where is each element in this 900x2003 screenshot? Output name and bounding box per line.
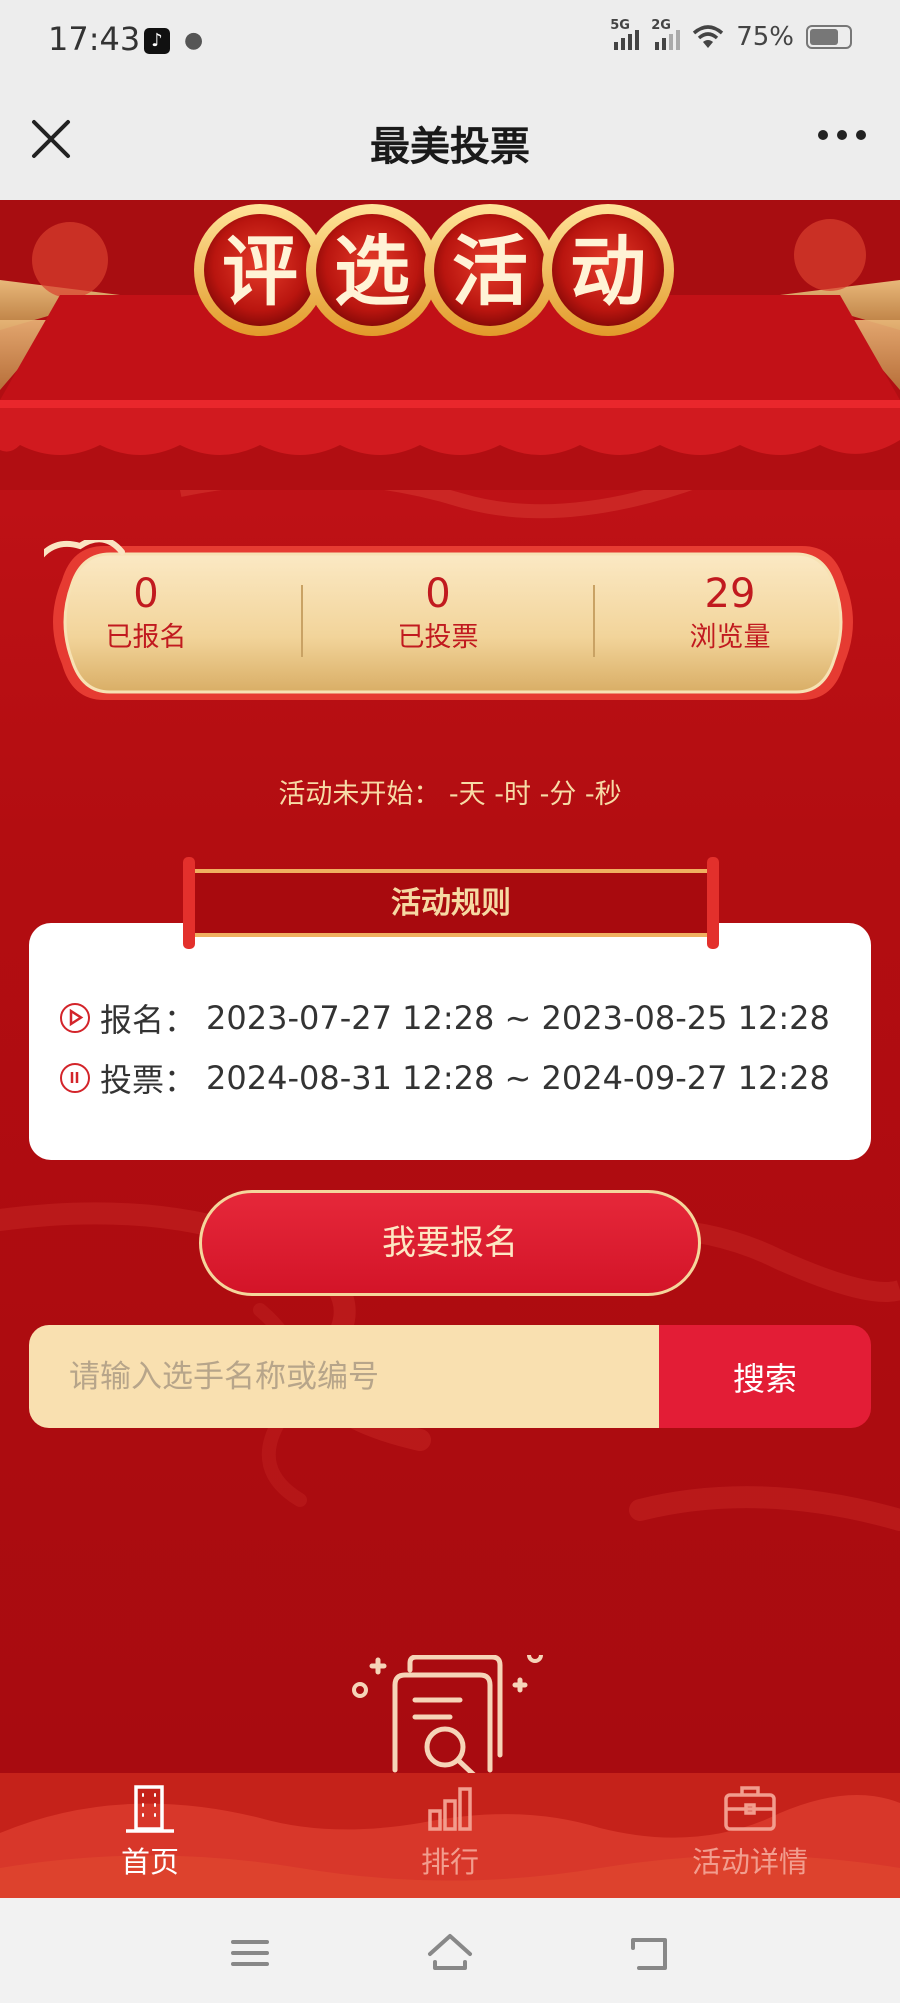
rule-vote-range: 2024-08-31 12:28 ~ 2024-09-27 12:28 [206, 1059, 830, 1097]
signal-2g-label: 2G [651, 18, 671, 33]
signup-button[interactable]: 我要报名 [199, 1190, 701, 1296]
banner-stage: 评 选 活 动 [0, 200, 900, 490]
more-icon[interactable] [818, 130, 866, 140]
stat-divider [593, 585, 595, 657]
system-nav-bar [0, 1898, 900, 2003]
tab-home[interactable]: 首页 [40, 1783, 260, 1881]
svg-text:选: 选 [334, 227, 410, 316]
back-icon[interactable] [625, 1928, 675, 1978]
tab-details[interactable]: 活动详情 [640, 1783, 860, 1881]
briefcase-icon [724, 1786, 776, 1831]
page-title: 最美投票 [370, 124, 530, 170]
search-button[interactable]: 搜索 [659, 1325, 871, 1428]
tab-home-label: 首页 [120, 1845, 179, 1879]
status-app-icons: ♪ ● [144, 28, 210, 54]
rule-vote-label: 投票： [100, 1061, 197, 1099]
bar-chart-icon [428, 1787, 472, 1831]
rule-signup-label: 报名： [100, 1001, 197, 1039]
main-content: 评 选 活 动 0 已报名 0 已投票 29 浏览量 活动未开始： -天 -时 … [0, 200, 900, 1773]
tiktok-icon: ♪ [144, 28, 170, 54]
search-input[interactable] [29, 1325, 659, 1428]
status-indicators: 5G 2G 75% [610, 18, 852, 52]
building-icon [126, 1785, 174, 1833]
status-bar: 17:43 ♪ ● 5G 2G 75% [0, 0, 900, 82]
play-icon [60, 1003, 90, 1033]
svg-text:评: 评 [222, 227, 298, 316]
svg-text:活: 活 [452, 227, 528, 316]
rule-vote-row: 投票： 2024-08-31 12:28 ~ 2024-09-27 12:28 [60, 1055, 830, 1101]
signal-2g-icon: 2G [651, 18, 681, 50]
tab-ranking[interactable]: 排行 [340, 1783, 560, 1881]
search-bar: 搜索 [29, 1325, 871, 1428]
battery-icon [806, 25, 852, 49]
pause-icon [60, 1063, 90, 1093]
signal-5g-icon: 5G [610, 18, 640, 50]
status-time: 17:43 [48, 20, 141, 58]
rules-card [29, 923, 871, 1160]
tab-details-label: 活动详情 [691, 1845, 808, 1879]
empty-document-icon [352, 1655, 543, 1773]
wifi-icon [693, 25, 724, 48]
stat-views-label: 浏览量 [689, 622, 771, 653]
tab-ranking-label: 排行 [420, 1845, 479, 1879]
stat-views-value: 29 [704, 571, 756, 617]
svg-text:动: 动 [570, 227, 646, 316]
stat-views: 29 浏览量 [610, 570, 850, 658]
rule-signup-row: 报名： 2023-07-27 12:28 ~ 2023-08-25 12:28 [60, 995, 830, 1041]
stat-registered-label: 已报名 [105, 622, 187, 653]
stat-votes-label: 已投票 [397, 622, 479, 653]
stat-registered-value: 0 [133, 571, 159, 617]
stat-votes: 0 已投票 [318, 570, 558, 658]
menu-icon[interactable] [225, 1928, 275, 1978]
stat-registered: 0 已报名 [26, 570, 266, 658]
rule-signup-range: 2023-07-27 12:28 ~ 2023-08-25 12:28 [206, 999, 830, 1037]
stat-votes-value: 0 [425, 571, 451, 617]
signal-5g-label: 5G [610, 18, 630, 33]
battery-percent: 75% [736, 22, 794, 52]
countdown-text: 活动未开始： -天 -时 -分 -秒 [278, 779, 622, 810]
tab-bar: 首页 排行 活动详情 [0, 1773, 900, 1898]
stat-divider [301, 585, 303, 657]
nav-bar: 最美投票 [0, 82, 900, 200]
home-icon[interactable] [425, 1928, 475, 1978]
rules-title: 活动规则 [391, 886, 511, 921]
wechat-icon: ● [184, 28, 204, 53]
